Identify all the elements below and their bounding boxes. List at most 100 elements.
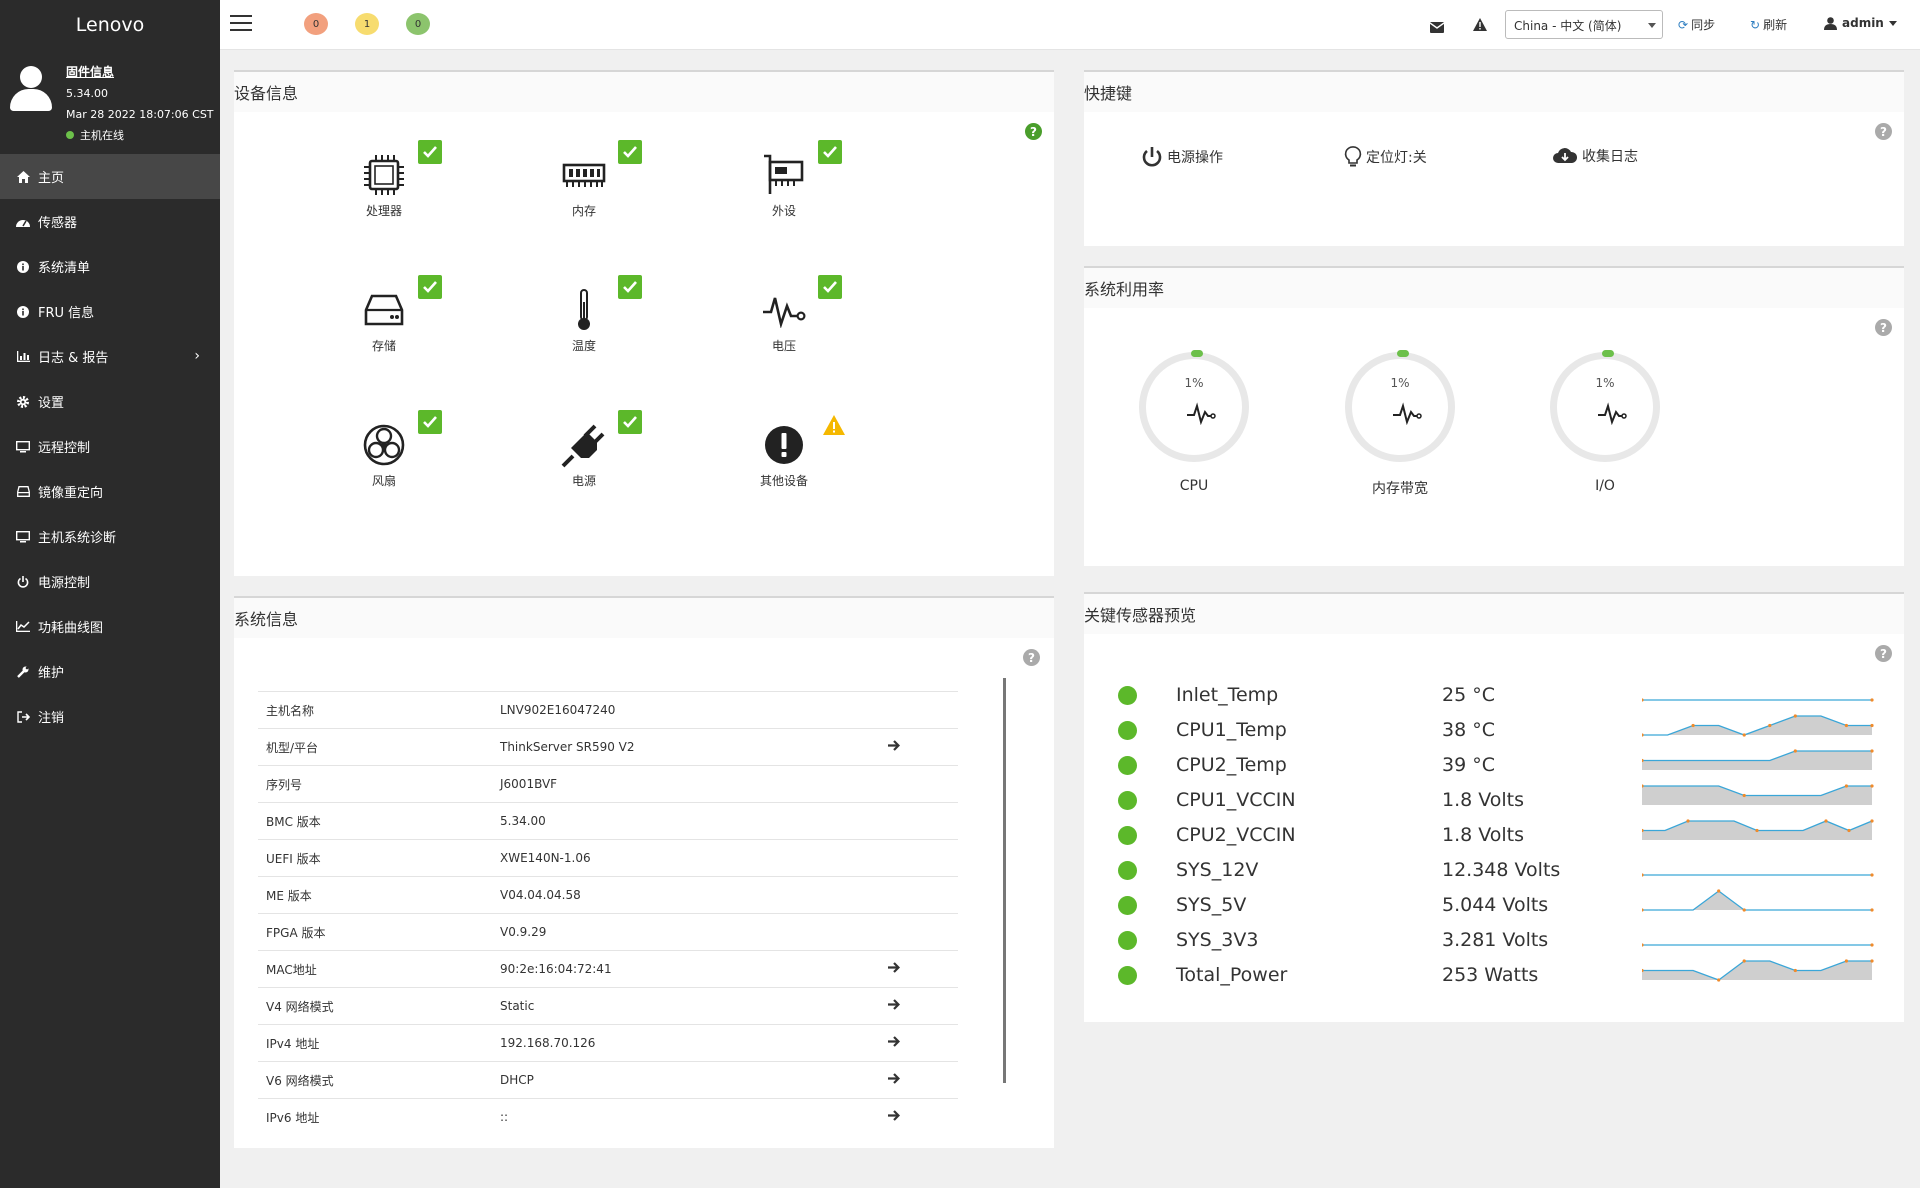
sidebar-item[interactable]: 维护 — [0, 649, 220, 694]
user-menu[interactable]: admin — [1824, 16, 1897, 30]
sensor-status-dot — [1118, 861, 1137, 880]
sensor-name: SYS_12V — [1176, 859, 1259, 881]
sensor-sparkline — [1642, 784, 1874, 805]
row-key: 机型/平台 — [258, 728, 500, 766]
table-row[interactable]: V4 网络模式 Static — [258, 987, 958, 1025]
panel-title: 系统利用率 — [1084, 268, 1904, 308]
sensor-sparkline — [1642, 959, 1874, 982]
arrow-right-icon[interactable] — [888, 962, 901, 976]
sidebar-item[interactable]: 注销 — [0, 694, 220, 739]
pulse-icon — [1393, 402, 1422, 425]
sensor-name: CPU1_Temp — [1176, 719, 1287, 741]
panel-title: 关键传感器预览 — [1084, 594, 1904, 634]
sidebar-item-label: 日志 & 报告 — [38, 351, 109, 366]
table-row[interactable]: 机型/平台 ThinkServer SR590 V2 — [258, 728, 958, 766]
sensor-row[interactable]: SYS_12V 12.348 Volts — [1084, 853, 1904, 888]
sensor-value: 1.8 Volts — [1442, 824, 1525, 846]
sidebar-item-label: 传感器 — [38, 216, 78, 231]
mail-icon[interactable] — [1429, 18, 1445, 37]
arrow-right-icon[interactable] — [888, 1073, 901, 1087]
logout-icon — [16, 710, 30, 724]
device-label: 内存 — [571, 204, 596, 218]
device-label: 温度 — [571, 339, 596, 353]
sidebar-item[interactable]: 主机系统诊断 — [0, 514, 220, 559]
arrow-right-icon[interactable] — [888, 1036, 901, 1050]
power-action-button[interactable]: 电源操作 — [1141, 146, 1223, 168]
help-icon[interactable]: ? — [1025, 123, 1042, 140]
menu-toggle-icon[interactable] — [230, 15, 252, 33]
language-select[interactable]: China - 中文 (简体) — [1505, 10, 1663, 39]
table-row[interactable]: MAC地址 90:2e:16:04:72:41 — [258, 950, 958, 988]
table-row[interactable]: IPv4 地址 192.168.70.126 — [258, 1024, 958, 1062]
row-value: 90:2e:16:04:72:41 — [500, 950, 888, 988]
sidebar-item[interactable]: FRU 信息 — [0, 289, 220, 334]
ok-check-icon — [818, 140, 842, 164]
sensor-row[interactable]: SYS_5V 5.044 Volts — [1084, 888, 1904, 923]
arrow-right-icon[interactable] — [888, 740, 901, 754]
system-utilization-panel: 系统利用率 ? 1% CPU 1% 内存带宽 1% I/O — [1084, 266, 1904, 566]
sensor-name: SYS_5V — [1176, 894, 1247, 916]
sensor-sparkline — [1642, 819, 1874, 840]
ok-check-icon — [418, 140, 442, 164]
sensor-row[interactable]: Total_Power 253 Watts — [1084, 958, 1904, 993]
sidebar-item-label: 注销 — [38, 711, 65, 726]
device-info-panel: 设备信息 ? 处理器 内存 外设 存储 温度 电压 风扇 电源 其他设备 — [234, 70, 1054, 576]
sensor-status-dot — [1118, 721, 1137, 740]
sidebar-item[interactable]: 传感器 — [0, 199, 220, 244]
sensor-sparkline — [1642, 889, 1874, 912]
line-chart-icon — [16, 620, 30, 634]
sidebar-item[interactable]: 镜像重定向 — [0, 469, 220, 514]
device-label: 风扇 — [371, 474, 396, 488]
help-icon[interactable]: ? — [1875, 645, 1892, 662]
ok-check-icon — [618, 140, 642, 164]
sensor-row[interactable]: SYS_3V3 3.281 Volts — [1084, 923, 1904, 958]
home-icon — [16, 170, 30, 184]
pulse-icon — [1598, 402, 1627, 425]
chevron-down-icon — [1888, 20, 1897, 26]
firmware-info-link[interactable]: 固件信息 — [66, 62, 214, 83]
sidebar-item[interactable]: 主页 — [0, 154, 220, 199]
arrow-right-icon[interactable] — [888, 999, 901, 1013]
sidebar-item[interactable]: 日志 & 报告 › — [0, 334, 220, 379]
sensor-row[interactable]: CPU2_Temp 39 °C — [1084, 748, 1904, 783]
table-row[interactable]: IPv6 地址:: — [258, 1098, 958, 1136]
sensor-name: Total_Power — [1176, 964, 1288, 986]
warning-count-badge[interactable]: 1 — [355, 13, 379, 35]
user-panel: 固件信息 5.34.00 Mar 28 2022 18:07:06 CST 主机… — [0, 50, 220, 154]
firmware-version: 5.34.00 — [66, 87, 108, 100]
sidebar-item[interactable]: 电源控制 — [0, 559, 220, 604]
table-row: 主机名称 LNV902E16047240 — [258, 691, 958, 729]
table-row[interactable]: V6 网络模式 DHCP — [258, 1061, 958, 1099]
sync-button[interactable]: ⟳ 同步 — [1678, 16, 1715, 33]
sensor-row[interactable]: CPU1_VCCIN 1.8 Volts — [1084, 783, 1904, 818]
panel-title: 快捷键 — [1084, 72, 1904, 112]
sensor-row[interactable]: CPU2_VCCIN 1.8 Volts — [1084, 818, 1904, 853]
sidebar-item[interactable]: 功耗曲线图 — [0, 604, 220, 649]
info-count-badge[interactable]: 0 — [406, 13, 430, 35]
warning-icon[interactable] — [1473, 16, 1487, 35]
critical-count-badge[interactable]: 0 — [304, 13, 328, 35]
system-info-table: 主机名称 LNV902E16047240 机型/平台 ThinkServer SR59… — [258, 691, 958, 1136]
gauge-label: CPU — [1179, 478, 1209, 494]
scrollbar[interactable] — [1003, 678, 1006, 1083]
sensor-status-dot — [1118, 966, 1137, 985]
collect-log-button[interactable]: 收集日志 — [1552, 146, 1638, 166]
arrow-right-icon[interactable] — [888, 1110, 901, 1124]
sensor-status-dot — [1118, 791, 1137, 810]
sidebar-item[interactable]: 设置 — [0, 379, 220, 424]
sensor-row[interactable]: Inlet_Temp 25 °C — [1084, 678, 1904, 713]
sidebar-item[interactable]: 远程控制 — [0, 424, 220, 469]
sensor-row[interactable]: CPU1_Temp 38 °C — [1084, 713, 1904, 748]
ok-check-icon — [618, 275, 642, 299]
row-value: ThinkServer SR590 V2 — [500, 728, 888, 766]
refresh-button[interactable]: ↻ 刷新 — [1750, 16, 1787, 33]
sidebar-item[interactable]: 系统清单 — [0, 244, 220, 289]
locator-led-toggle[interactable]: 定位灯:关 — [1344, 146, 1427, 168]
row-key: V4 网络模式 — [258, 987, 500, 1025]
help-icon[interactable]: ? — [1023, 649, 1040, 666]
help-icon[interactable]: ? — [1875, 123, 1892, 140]
help-icon[interactable]: ? — [1875, 319, 1892, 336]
sidebar-item-label: 主页 — [38, 171, 65, 186]
device-label: 电源 — [571, 474, 596, 488]
sensor-sparkline — [1642, 698, 1874, 702]
